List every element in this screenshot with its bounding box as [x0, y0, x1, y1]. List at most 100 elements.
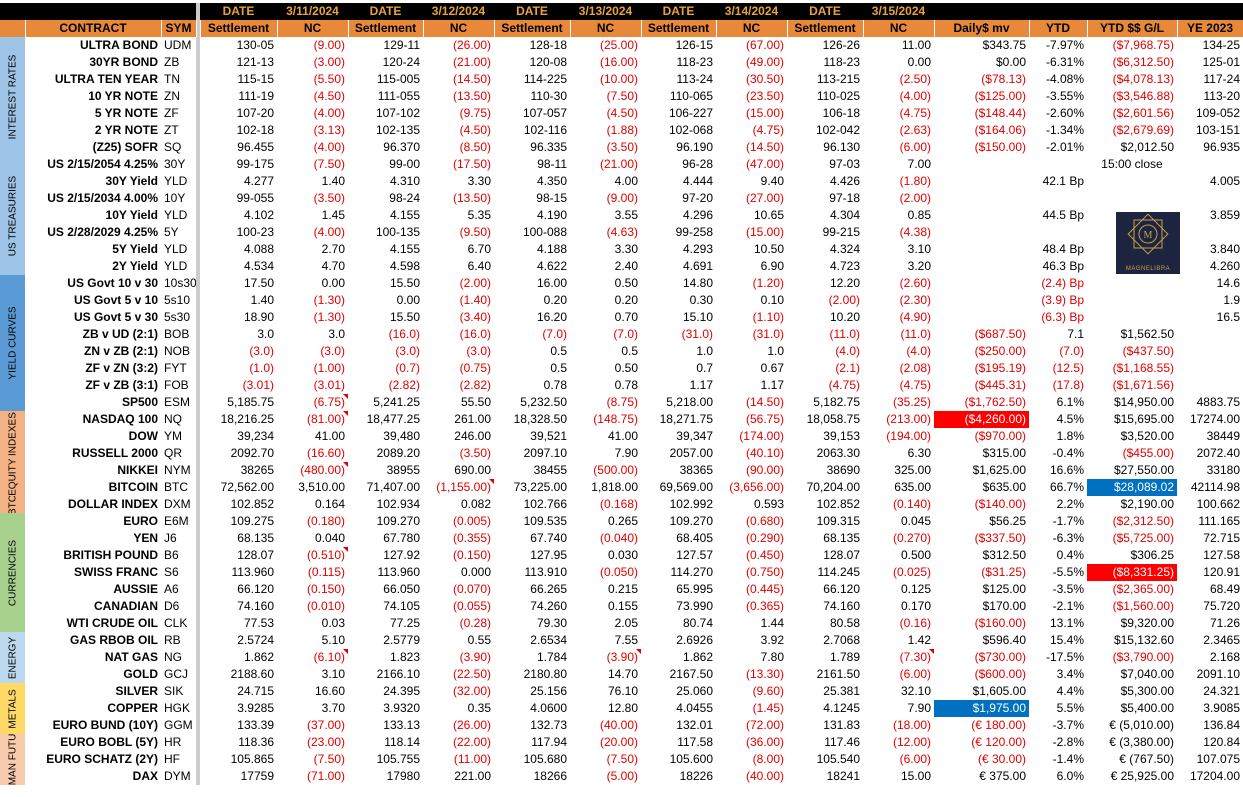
cell-ytd[interactable]: -1.7% [1029, 513, 1087, 530]
cell-ytd[interactable]: 1.8% [1029, 428, 1087, 445]
cell-settle-0311[interactable]: 102-18 [200, 122, 277, 139]
cell-daily-mv[interactable]: ($150.00) [934, 139, 1029, 156]
cell-nc-0312[interactable]: (22.50) [423, 666, 494, 683]
cell-contract[interactable]: 5 YR NOTE [25, 105, 161, 122]
cell-ytd-gl[interactable]: $5,400.00 [1087, 700, 1177, 717]
cell-nc-0311[interactable]: (5.50) [277, 71, 348, 88]
cell-nc-0311[interactable]: (0.115) [277, 564, 348, 581]
cell-nc-0311[interactable]: 3.0 [277, 326, 348, 343]
cell-nc-0313[interactable]: 14.70 [570, 666, 641, 683]
cell-ytd[interactable]: 66.7% [1029, 479, 1087, 496]
cell-settle-0314[interactable]: 117.58 [641, 734, 716, 751]
cell-nc-0311[interactable]: 3.10 [277, 666, 348, 683]
cell-sym[interactable]: NOB [161, 343, 196, 360]
cell-settle-0314[interactable]: 4.691 [641, 258, 716, 275]
cell-nc-0311[interactable]: (0.510) [277, 547, 348, 564]
cell-contract[interactable]: NAT GAS [25, 649, 161, 666]
cell-nc-0314[interactable]: (72.00) [716, 717, 787, 734]
cell-settle-0313[interactable]: 107-057 [494, 105, 570, 122]
cell-settle-0312[interactable]: 4.155 [348, 207, 423, 224]
cell-nc-0315[interactable]: 0.045 [863, 513, 934, 530]
cell-nc-0313[interactable]: 1,818.00 [570, 479, 641, 496]
cell-sym[interactable]: FOB [161, 377, 196, 394]
cell-settle-0312[interactable]: 17980 [348, 768, 423, 785]
cell-nc-0313[interactable]: (1.88) [570, 122, 641, 139]
cell-nc-0311[interactable]: 4.70 [277, 258, 348, 275]
cell-nc-0313[interactable]: 0.70 [570, 309, 641, 326]
cell-nc-0315[interactable]: (0.270) [863, 530, 934, 547]
cell-nc-0312[interactable]: (14.50) [423, 71, 494, 88]
cell-nc-0314[interactable]: 10.50 [716, 241, 787, 258]
cell-settle-0313[interactable]: 74.260 [494, 598, 570, 615]
cell-nc-0313[interactable]: 0.50 [570, 360, 641, 377]
cell-nc-0311[interactable]: (7.50) [277, 751, 348, 768]
cell-nc-0311[interactable]: (4.00) [277, 224, 348, 241]
cell-settle-0313[interactable]: 4.350 [494, 173, 570, 190]
cell-settle-0312[interactable]: 118.14 [348, 734, 423, 751]
cell-ye-2023[interactable]: 14.6 [1177, 275, 1243, 292]
cell-nc-0315[interactable]: 1.42 [863, 632, 934, 649]
cell-settle-0313[interactable]: 0.5 [494, 360, 570, 377]
cell-nc-0314[interactable]: (0.445) [716, 581, 787, 598]
cell-settle-0314[interactable]: 69,569.00 [641, 479, 716, 496]
cell-settle-0315[interactable]: 25.381 [787, 683, 863, 700]
cell-settle-0311[interactable]: 128.07 [200, 547, 277, 564]
cell-ytd[interactable]: -2.1% [1029, 598, 1087, 615]
cell-ytd[interactable]: -6.3% [1029, 530, 1087, 547]
cell-sym[interactable]: HGK [161, 700, 196, 717]
cell-nc-0311[interactable]: (1.30) [277, 292, 348, 309]
cell-contract[interactable]: US 2/15/2054 4.25% [25, 156, 161, 173]
cell-settle-0312[interactable]: 24.395 [348, 683, 423, 700]
cell-daily-mv[interactable]: ($337.50) [934, 530, 1029, 547]
cell-settle-0311[interactable]: 4.534 [200, 258, 277, 275]
cell-settle-0315[interactable]: 4.1245 [787, 700, 863, 717]
cell-settle-0311[interactable]: 4.088 [200, 241, 277, 258]
cell-ye-2023[interactable]: 111.165 [1177, 513, 1243, 530]
column-header-cell[interactable]: YTD $$ G/L [1087, 20, 1178, 37]
cell-daily-mv[interactable]: ($160.00) [934, 615, 1029, 632]
cell-settle-0314[interactable]: 73.990 [641, 598, 716, 615]
cell-ytd-gl[interactable]: $27,550.00 [1087, 462, 1177, 479]
cell-settle-0312[interactable]: 2166.10 [348, 666, 423, 683]
cell-ye-2023[interactable]: 17274.00 [1177, 411, 1243, 428]
cell-ytd[interactable]: -2.01% [1029, 139, 1087, 156]
cell-settle-0315[interactable]: 126-26 [787, 37, 863, 54]
cell-nc-0313[interactable]: (5.00) [570, 768, 641, 785]
cell-contract[interactable]: NASDAQ 100 [25, 411, 161, 428]
cell-nc-0312[interactable]: (0.070) [423, 581, 494, 598]
cell-ye-2023[interactable]: 120.91 [1177, 564, 1243, 581]
cell-nc-0313[interactable]: (3.90) [570, 649, 641, 666]
cell-nc-0312[interactable]: (0.28) [423, 615, 494, 632]
cell-nc-0311[interactable]: (4.50) [277, 88, 348, 105]
cell-daily-mv[interactable]: $635.00 [934, 479, 1029, 496]
cell-nc-0315[interactable]: 7.00 [863, 156, 934, 173]
cell-settle-0314[interactable]: 65.995 [641, 581, 716, 598]
cell-nc-0312[interactable]: (17.50) [423, 156, 494, 173]
cell-ye-2023[interactable]: 2.3465 [1177, 632, 1243, 649]
cell-nc-0313[interactable]: (148.75) [570, 411, 641, 428]
cell-daily-mv[interactable]: (€ 30.00) [934, 751, 1029, 768]
cell-sym[interactable]: ZF [161, 105, 196, 122]
cell-settle-0312[interactable]: 4.155 [348, 241, 423, 258]
cell-settle-0312[interactable]: 111-055 [348, 88, 423, 105]
cell-sym[interactable]: CLK [161, 615, 196, 632]
cell-nc-0311[interactable]: (4.00) [277, 139, 348, 156]
cell-ye-2023[interactable]: 100.662 [1177, 496, 1243, 513]
date-header-cell[interactable]: 3/11/2024 [277, 3, 348, 20]
cell-daily-mv[interactable]: $312.50 [934, 547, 1029, 564]
cell-ye-2023[interactable]: 2091.10 [1177, 666, 1243, 683]
cell-contract[interactable]: DAX [25, 768, 161, 785]
cell-daily-mv[interactable] [934, 224, 1029, 241]
cell-daily-mv[interactable]: ($250.00) [934, 343, 1029, 360]
cell-settle-0311[interactable]: 24.715 [200, 683, 277, 700]
cell-ytd-gl[interactable]: $5,300.00 [1087, 683, 1177, 700]
date-header-cell[interactable]: DATE [787, 3, 863, 20]
cell-daily-mv[interactable]: ($31.25) [934, 564, 1029, 581]
cell-settle-0314[interactable]: 110-065 [641, 88, 716, 105]
cell-nc-0315[interactable]: 11.00 [863, 37, 934, 54]
cell-ytd[interactable]: 3.4% [1029, 666, 1087, 683]
cell-ytd-gl[interactable]: € (5,010.00) [1087, 717, 1177, 734]
cell-settle-0314[interactable]: 109.270 [641, 513, 716, 530]
cell-nc-0312[interactable]: (4.50) [423, 122, 494, 139]
cell-settle-0311[interactable]: 77.53 [200, 615, 277, 632]
